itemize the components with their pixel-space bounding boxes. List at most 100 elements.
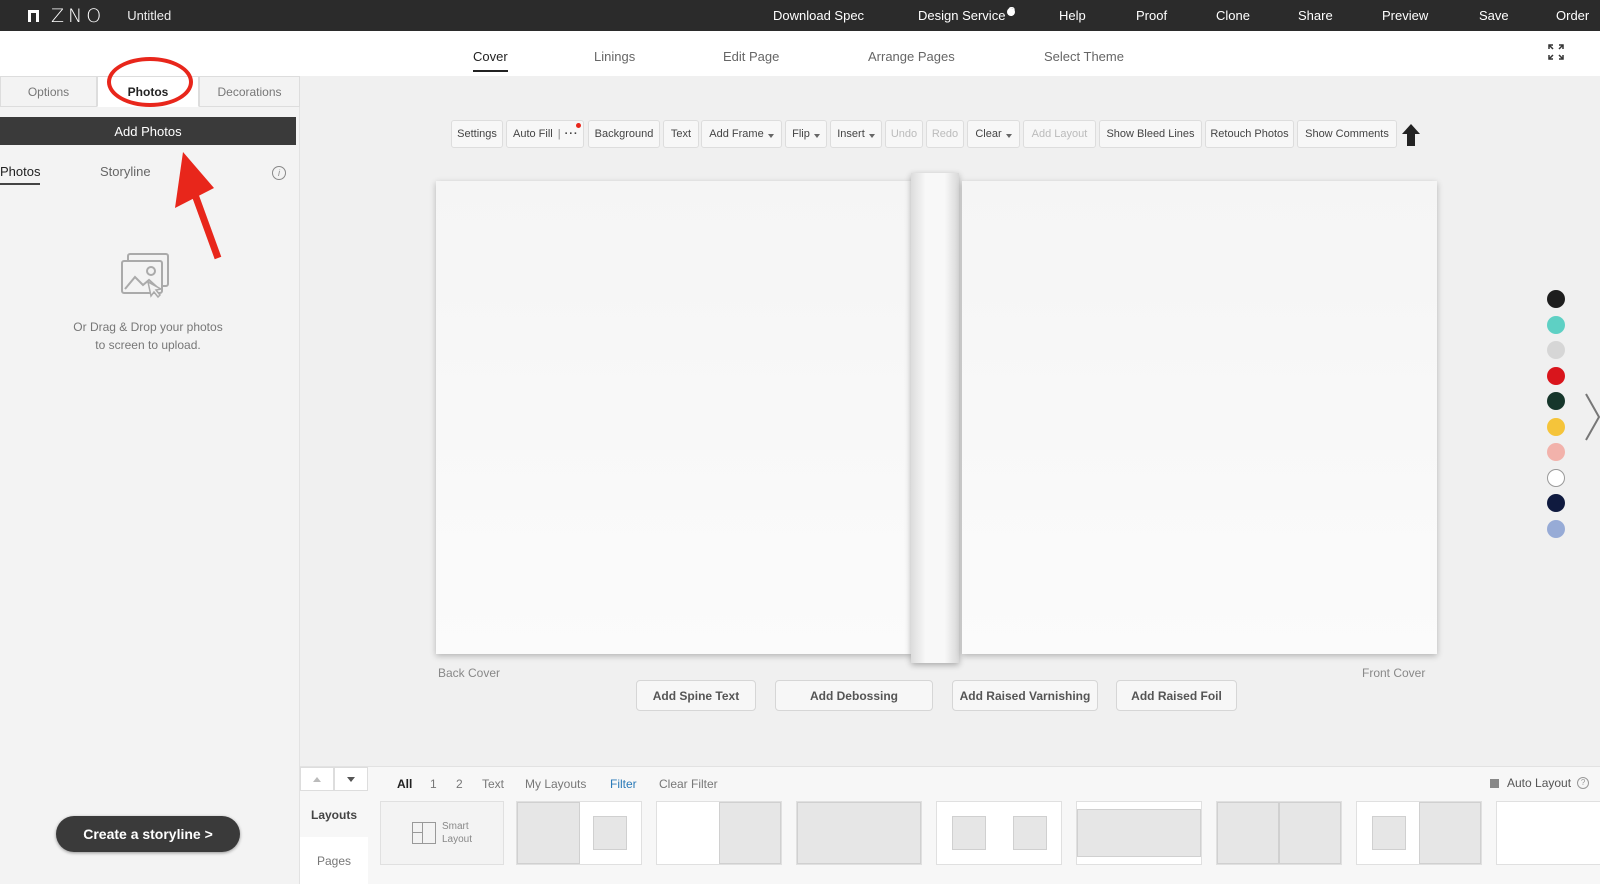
- color-swatch[interactable]: [1547, 443, 1565, 461]
- divider: |: [557, 128, 561, 140]
- redo-button[interactable]: Redo: [926, 120, 964, 148]
- design-service-label: Design Service: [918, 8, 1006, 23]
- color-swatch[interactable]: [1547, 315, 1565, 334]
- proof-link[interactable]: Proof: [1136, 8, 1167, 23]
- tab-select-theme[interactable]: Select Theme: [1044, 49, 1124, 64]
- tab-layouts[interactable]: Layouts: [300, 791, 368, 839]
- retouch-photos-button[interactable]: Retouch Photos: [1205, 120, 1294, 148]
- color-swatch[interactable]: [1547, 341, 1565, 359]
- auto-fill-button[interactable]: Auto Fill | ···: [506, 120, 584, 148]
- tab-decorations[interactable]: Decorations: [199, 76, 300, 107]
- save-link[interactable]: Save: [1479, 8, 1509, 23]
- caret-down-icon: [767, 133, 774, 138]
- tab-linings[interactable]: Linings: [594, 49, 635, 64]
- add-photos-button[interactable]: Add Photos: [0, 117, 296, 145]
- clear-button[interactable]: Clear: [967, 120, 1020, 148]
- add-frame-label: Add Frame: [709, 128, 764, 140]
- filter-2[interactable]: 2: [456, 777, 463, 791]
- layout-thumb[interactable]: [1216, 801, 1342, 865]
- layouts-panel: All 1 2 Text My Layouts Filter Clear Fil…: [300, 766, 1600, 884]
- color-swatch[interactable]: [1547, 290, 1565, 308]
- color-swatch[interactable]: [1547, 392, 1565, 410]
- clone-link[interactable]: Clone: [1216, 8, 1250, 23]
- subtab-storyline[interactable]: Storyline: [100, 164, 151, 179]
- top-nav: Download Spec Design Service? Help Proof…: [0, 0, 1600, 31]
- tab-options[interactable]: Options: [0, 76, 97, 107]
- flip-button[interactable]: Flip: [785, 120, 827, 148]
- layout-thumb[interactable]: [1076, 801, 1202, 865]
- add-raised-foil-button[interactable]: Add Raised Foil: [1116, 680, 1237, 711]
- back-cover-page[interactable]: [436, 181, 912, 654]
- order-link[interactable]: Order: [1556, 8, 1589, 23]
- spine[interactable]: [911, 173, 959, 663]
- show-comments-button[interactable]: Show Comments: [1297, 120, 1397, 148]
- add-spine-text-button[interactable]: Add Spine Text: [636, 680, 756, 711]
- flip-label: Flip: [792, 128, 810, 140]
- download-spec-link[interactable]: Download Spec: [773, 8, 864, 23]
- layout-thumb[interactable]: [656, 801, 782, 865]
- add-debossing-button[interactable]: Add Debossing: [775, 680, 933, 711]
- clear-filter-button[interactable]: Clear Filter: [659, 777, 718, 791]
- filter-all[interactable]: All: [397, 777, 412, 791]
- chevron-right-icon[interactable]: [1584, 392, 1600, 442]
- filter-my-layouts[interactable]: My Layouts: [525, 777, 586, 791]
- collapse-up-button[interactable]: [300, 767, 334, 791]
- layout-thumb[interactable]: [936, 801, 1062, 865]
- drop-text-line1: Or Drag & Drop your photos: [73, 320, 223, 334]
- info-icon[interactable]: i: [272, 166, 286, 180]
- photo-sub-tabs: Photos Storyline: [0, 164, 300, 186]
- preview-link[interactable]: Preview: [1382, 8, 1428, 23]
- settings-button[interactable]: Settings: [451, 120, 503, 148]
- auto-layout-toggle[interactable]: Auto Layout ?: [1490, 776, 1590, 790]
- help-icon[interactable]: ?: [1577, 777, 1590, 789]
- more-options-icon[interactable]: ···: [565, 128, 579, 140]
- color-swatch[interactable]: [1547, 366, 1565, 385]
- drop-instructions: Or Drag & Drop your photos to screen to …: [0, 318, 296, 354]
- drop-text-line2: to screen to upload.: [95, 338, 201, 352]
- layout-thumb[interactable]: [796, 801, 922, 865]
- add-layout-button[interactable]: Add Layout: [1023, 120, 1096, 148]
- upload-arrow-icon[interactable]: [1402, 124, 1420, 146]
- tab-pages[interactable]: Pages: [300, 837, 368, 884]
- left-tabs: Options Photos Decorations: [0, 76, 300, 107]
- caret-down-icon: [1005, 133, 1012, 138]
- share-link[interactable]: Share: [1298, 8, 1333, 23]
- layout-thumb[interactable]: [516, 801, 642, 865]
- show-bleed-lines-button[interactable]: Show Bleed Lines: [1099, 120, 1202, 148]
- design-service-link[interactable]: Design Service?: [918, 5, 1016, 23]
- smart-layout-thumb[interactable]: Smart Layout: [380, 801, 504, 865]
- layout-thumb[interactable]: [1496, 801, 1600, 865]
- create-storyline-button[interactable]: Create a storyline >: [56, 816, 240, 852]
- panel-toggle: [300, 767, 368, 791]
- color-swatch[interactable]: [1547, 519, 1565, 538]
- add-raised-varnishing-button[interactable]: Add Raised Varnishing: [952, 680, 1098, 711]
- step-tabs: Cover Linings Edit Page Arrange Pages Se…: [0, 31, 1600, 76]
- tab-cover[interactable]: Cover: [473, 49, 508, 72]
- insert-button[interactable]: Insert: [830, 120, 882, 148]
- collapse-down-button[interactable]: [334, 767, 368, 791]
- triangle-down-icon: [347, 776, 355, 782]
- tab-arrange-pages[interactable]: Arrange Pages: [868, 49, 955, 64]
- filter-text[interactable]: Text: [482, 777, 504, 791]
- photo-upload-icon: [121, 253, 169, 299]
- background-button[interactable]: Background: [588, 120, 660, 148]
- add-frame-button[interactable]: Add Frame: [701, 120, 782, 148]
- tab-edit-page[interactable]: Edit Page: [723, 49, 779, 64]
- subtab-photos[interactable]: Photos: [0, 164, 41, 185]
- color-swatch[interactable]: [1547, 417, 1565, 436]
- filter-button[interactable]: Filter: [610, 777, 637, 791]
- tab-photos[interactable]: Photos: [97, 76, 199, 107]
- fullscreen-icon[interactable]: [1548, 44, 1564, 60]
- text-button[interactable]: Text: [663, 120, 699, 148]
- auto-layout-checkbox[interactable]: [1490, 778, 1499, 788]
- front-cover-label: Front Cover: [1362, 666, 1426, 680]
- layout-thumb[interactable]: [1356, 801, 1482, 865]
- color-swatch[interactable]: [1547, 468, 1565, 487]
- help-link[interactable]: Help: [1059, 8, 1086, 23]
- caret-down-icon: [813, 133, 820, 138]
- back-cover-label: Back Cover: [438, 666, 501, 680]
- filter-1[interactable]: 1: [430, 777, 437, 791]
- front-cover-page[interactable]: [962, 181, 1437, 654]
- color-swatch[interactable]: [1547, 494, 1565, 512]
- undo-button[interactable]: Undo: [885, 120, 923, 148]
